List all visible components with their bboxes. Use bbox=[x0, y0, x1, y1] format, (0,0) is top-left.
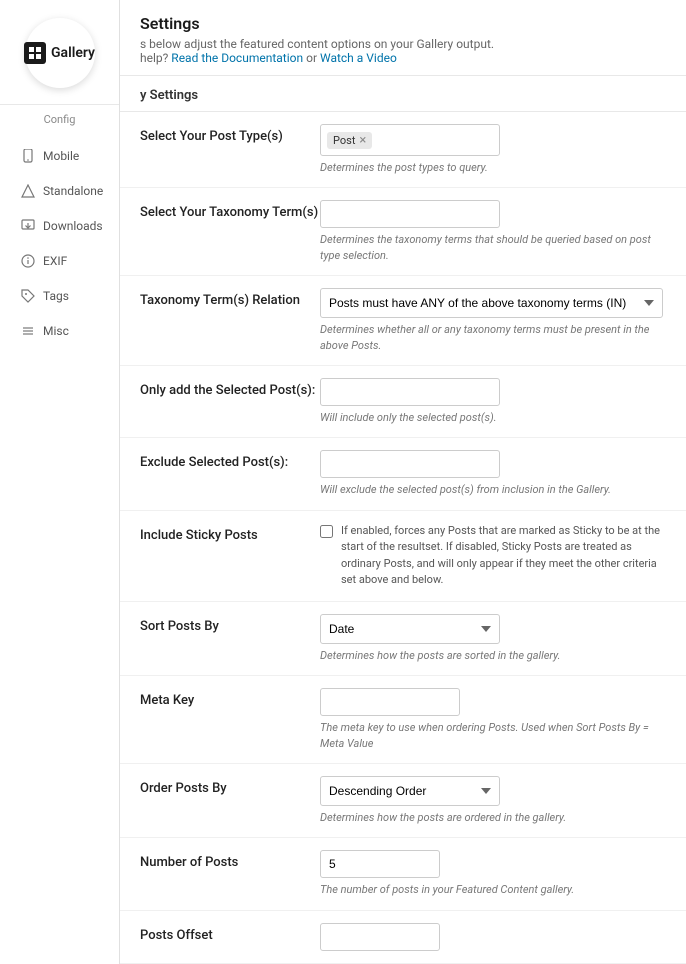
standalone-icon bbox=[20, 183, 36, 199]
post-type-desc: Determines the post types to query. bbox=[320, 160, 666, 175]
docs-link[interactable]: Read the Documentation bbox=[171, 51, 303, 65]
sidebar-item-mobile-label: Mobile bbox=[43, 149, 79, 163]
meta-key-input[interactable] bbox=[320, 688, 460, 716]
sticky-posts-checkbox-row: If enabled, forces any Posts that are ma… bbox=[320, 523, 666, 589]
sidebar-item-standalone-label: Standalone bbox=[43, 184, 103, 198]
gallery-logo-svg bbox=[28, 46, 42, 60]
post-type-tag-remove[interactable]: × bbox=[359, 134, 366, 147]
page-title: Settings bbox=[140, 14, 666, 33]
meta-key-row: Meta Key The meta key to use when orderi… bbox=[120, 676, 686, 764]
include-sticky-posts-control: If enabled, forces any Posts that are ma… bbox=[320, 523, 666, 589]
page-desc-text: s below adjust the featured content opti… bbox=[140, 37, 494, 51]
exif-icon bbox=[20, 253, 36, 269]
exclude-selected-posts-label: Exclude Selected Post(s): bbox=[140, 450, 320, 472]
only-selected-posts-control: Will include only the selected post(s). bbox=[320, 378, 666, 425]
video-link[interactable]: Watch a Video bbox=[320, 51, 397, 65]
sidebar-item-downloads[interactable]: Downloads bbox=[6, 209, 113, 243]
sidebar-item-standalone[interactable]: Standalone bbox=[6, 174, 113, 208]
post-type-tag-value: Post bbox=[333, 134, 355, 147]
sidebar-item-mobile[interactable]: Mobile bbox=[6, 139, 113, 173]
page-help-prefix: help? bbox=[140, 51, 168, 65]
exclude-selected-posts-control: Will exclude the selected post(s) from i… bbox=[320, 450, 666, 497]
downloads-icon bbox=[20, 218, 36, 234]
order-posts-by-row: Order Posts By Ascending Order Descendin… bbox=[120, 764, 686, 838]
taxonomy-term-control: Determines the taxonomy terms that shoul… bbox=[320, 200, 666, 263]
taxonomy-term-desc: Determines the taxonomy terms that shoul… bbox=[320, 232, 666, 263]
number-of-posts-input[interactable] bbox=[320, 850, 440, 878]
sidebar-item-downloads-label: Downloads bbox=[43, 219, 103, 233]
sidebar-logo: Gallery bbox=[0, 0, 119, 105]
post-type-tag: Post × bbox=[327, 132, 372, 149]
order-posts-by-label: Order Posts By bbox=[140, 776, 320, 798]
taxonomy-relation-label: Taxonomy Term(s) Relation bbox=[140, 288, 320, 310]
order-posts-by-control: Ascending Order Descending Order Determi… bbox=[320, 776, 666, 825]
app-layout: Gallery Config Mobile Standalone bbox=[0, 0, 686, 964]
meta-key-label: Meta Key bbox=[140, 688, 320, 710]
sidebar-item-tags-label: Tags bbox=[43, 289, 69, 303]
only-selected-posts-row: Only add the Selected Post(s): Will incl… bbox=[120, 366, 686, 438]
sidebar: Gallery Config Mobile Standalone bbox=[0, 0, 120, 964]
logo-circle: Gallery bbox=[25, 18, 95, 88]
sidebar-item-tags[interactable]: Tags bbox=[6, 279, 113, 313]
only-selected-posts-desc: Will include only the selected post(s). bbox=[320, 410, 666, 425]
logo-inner: Gallery bbox=[24, 42, 95, 64]
order-posts-by-select[interactable]: Ascending Order Descending Order bbox=[320, 776, 500, 806]
taxonomy-term-input[interactable] bbox=[320, 200, 500, 228]
sort-posts-by-label: Sort Posts By bbox=[140, 614, 320, 636]
include-sticky-posts-label: Include Sticky Posts bbox=[140, 523, 320, 545]
logo-text: Gallery bbox=[51, 45, 95, 61]
include-sticky-posts-row: Include Sticky Posts If enabled, forces … bbox=[120, 511, 686, 602]
main-content: Settings s below adjust the featured con… bbox=[120, 0, 686, 964]
misc-icon bbox=[20, 323, 36, 339]
sidebar-item-misc-label: Misc bbox=[43, 324, 69, 338]
sidebar-config-label: Config bbox=[0, 105, 119, 130]
only-selected-posts-label: Only add the Selected Post(s): bbox=[140, 378, 320, 400]
number-of-posts-control: The number of posts in your Featured Con… bbox=[320, 850, 666, 897]
taxonomy-relation-desc: Determines whether all or any taxonomy t… bbox=[320, 322, 666, 353]
sidebar-item-exif-label: EXIF bbox=[43, 254, 67, 268]
number-of-posts-label: Number of Posts bbox=[140, 850, 320, 872]
posts-offset-input[interactable] bbox=[320, 923, 440, 951]
taxonomy-relation-select[interactable]: Posts must have ANY of the above taxonom… bbox=[320, 288, 663, 318]
post-type-control: Post × Determines the post types to quer… bbox=[320, 124, 666, 175]
page-description: s below adjust the featured content opti… bbox=[140, 37, 666, 65]
exclude-selected-posts-desc: Will exclude the selected post(s) from i… bbox=[320, 482, 666, 497]
posts-offset-row: Posts Offset bbox=[120, 911, 686, 964]
tags-icon bbox=[20, 288, 36, 304]
taxonomy-term-row: Select Your Taxonomy Term(s) Determines … bbox=[120, 188, 686, 276]
include-sticky-posts-checkbox[interactable] bbox=[320, 525, 333, 538]
page-header: Settings s below adjust the featured con… bbox=[120, 0, 686, 76]
meta-key-desc: The meta key to use when ordering Posts.… bbox=[320, 720, 666, 751]
meta-key-control: The meta key to use when ordering Posts.… bbox=[320, 688, 666, 751]
mobile-icon bbox=[20, 148, 36, 164]
sidebar-nav: Mobile Standalone Downloads EXIF bbox=[0, 130, 119, 357]
only-selected-posts-input[interactable] bbox=[320, 378, 500, 406]
number-of-posts-row: Number of Posts The number of posts in y… bbox=[120, 838, 686, 910]
taxonomy-term-label: Select Your Taxonomy Term(s) bbox=[140, 200, 320, 222]
sort-posts-by-row: Sort Posts By Date Title Author Modified… bbox=[120, 602, 686, 676]
posts-offset-control bbox=[320, 923, 666, 951]
post-type-label: Select Your Post Type(s) bbox=[140, 124, 320, 146]
exclude-selected-posts-row: Exclude Selected Post(s): Will exclude t… bbox=[120, 438, 686, 510]
sort-posts-by-control: Date Title Author Modified Random Meta V… bbox=[320, 614, 666, 663]
taxonomy-relation-control: Posts must have ANY of the above taxonom… bbox=[320, 288, 666, 353]
exclude-selected-posts-input[interactable] bbox=[320, 450, 500, 478]
post-type-tag-input[interactable]: Post × bbox=[320, 124, 500, 156]
sidebar-item-exif[interactable]: EXIF bbox=[6, 244, 113, 278]
logo-icon bbox=[24, 42, 46, 64]
post-type-row: Select Your Post Type(s) Post × Determin… bbox=[120, 112, 686, 188]
taxonomy-relation-row: Taxonomy Term(s) Relation Posts must hav… bbox=[120, 276, 686, 366]
number-of-posts-desc: The number of posts in your Featured Con… bbox=[320, 882, 666, 897]
order-posts-by-desc: Determines how the posts are ordered in … bbox=[320, 810, 666, 825]
sort-posts-by-desc: Determines how the posts are sorted in t… bbox=[320, 648, 666, 663]
sticky-posts-checkbox-desc: If enabled, forces any Posts that are ma… bbox=[341, 523, 666, 589]
posts-offset-label: Posts Offset bbox=[140, 923, 320, 945]
sort-posts-by-select[interactable]: Date Title Author Modified Random Meta V… bbox=[320, 614, 500, 644]
section-title: y Settings bbox=[120, 76, 686, 112]
sidebar-item-misc[interactable]: Misc bbox=[6, 314, 113, 348]
